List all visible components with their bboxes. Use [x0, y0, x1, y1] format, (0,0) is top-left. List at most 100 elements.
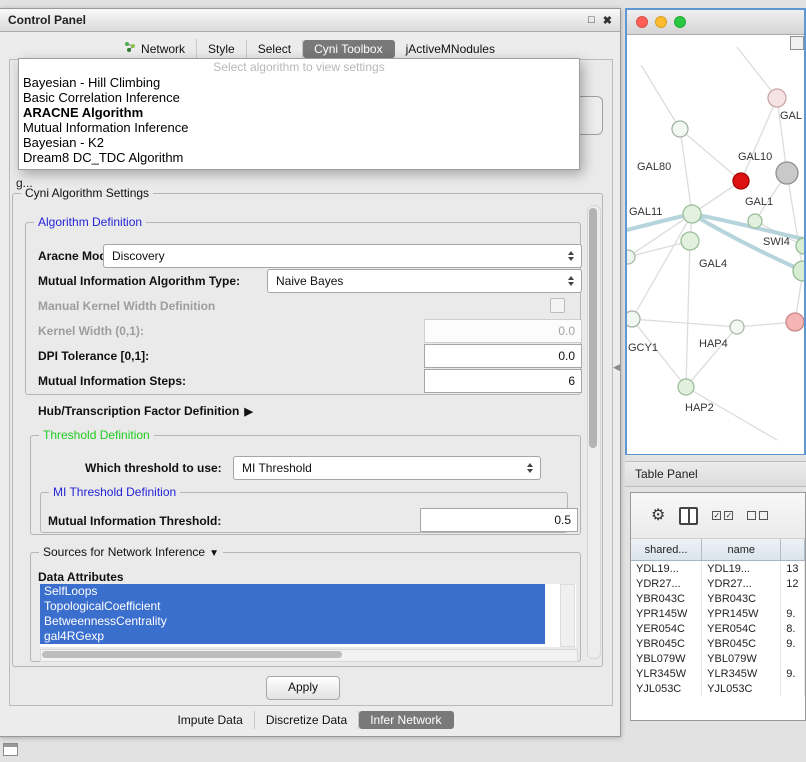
network-edge[interactable] [686, 327, 737, 387]
aracne-mode-select[interactable]: Discovery [103, 244, 582, 268]
algorithm-option-aracne-algorithm[interactable]: ARACNE Algorithm [19, 105, 579, 120]
attribute-item-selfloops[interactable]: SelfLoops [40, 584, 545, 599]
tab-label: Impute Data [177, 713, 242, 727]
table-cell: YER054C [702, 621, 781, 636]
minimize-traffic-light-icon[interactable] [655, 16, 667, 28]
network-node[interactable] [681, 232, 699, 250]
float-window-icon[interactable]: □ [588, 14, 595, 27]
tab-cyni-toolbox[interactable]: Cyni Toolbox [303, 40, 394, 58]
table-cell: YJL053C [631, 681, 702, 696]
zoom-traffic-light-icon[interactable] [674, 16, 686, 28]
network-edge[interactable] [787, 173, 803, 271]
table-row[interactable]: YBR043CYBR043C [631, 591, 805, 606]
algorithm-dropdown-popup: Select algorithm to view settings Bayesi… [18, 58, 580, 170]
network-edge[interactable] [632, 319, 737, 327]
network-overview-checkbox[interactable] [790, 36, 804, 50]
close-icon[interactable]: ✖ [603, 14, 612, 27]
attribute-list[interactable]: SelfLoopsTopologicalCoefficientBetweenne… [40, 584, 576, 647]
sources-title: Sources for Network Inference [43, 545, 205, 559]
deselect-all-checks-icon[interactable] [747, 511, 768, 520]
network-edge[interactable] [641, 65, 680, 129]
columns-icon[interactable] [679, 507, 698, 525]
tab-network[interactable]: Network [113, 39, 197, 58]
panel-collapse-handle[interactable]: ◀ [613, 362, 620, 373]
attribute-item-betweennesscentrality[interactable]: BetweennessCentrality [40, 614, 545, 629]
dpi-tolerance-field[interactable]: 0.0 [424, 344, 582, 368]
network-node[interactable] [748, 214, 762, 228]
network-canvas[interactable]: GAL80GAL10GAL11GAL1SWI4GAL4GCY1HAP4HAP2G… [627, 35, 804, 454]
network-edge[interactable] [680, 129, 692, 214]
scrollbar-thumb[interactable] [589, 208, 597, 448]
mi-steps-field[interactable]: 6 [424, 369, 582, 393]
algorithm-option-dream8-dc-tdc-algorithm[interactable]: Dream8 DC_TDC Algorithm [19, 150, 579, 165]
network-node[interactable] [768, 89, 786, 107]
gear-icon[interactable]: ⚙ [651, 508, 665, 524]
column-header-name[interactable]: name [702, 539, 781, 560]
scrollbar-thumb[interactable] [42, 651, 342, 658]
settings-scrollbar[interactable] [587, 205, 601, 659]
network-edge[interactable] [680, 129, 741, 181]
tab-select[interactable]: Select [247, 40, 303, 58]
table-cell [781, 591, 805, 606]
network-node[interactable] [776, 162, 798, 184]
tab-infer-network[interactable]: Infer Network [359, 711, 453, 729]
table-cell: YBL079W [702, 651, 781, 666]
algorithm-option-bayesian-k2[interactable]: Bayesian - K2 [19, 135, 579, 150]
mi-threshold-field[interactable]: 0.5 [420, 508, 578, 532]
algorithm-option-basic-correlation-inference[interactable]: Basic Correlation Inference [19, 90, 579, 105]
stepper-icon[interactable] [564, 273, 577, 289]
attribute-list-hscrollbar[interactable] [40, 649, 578, 662]
table-panel-titlebar[interactable]: Table Panel [625, 461, 806, 487]
minimized-panel-icon[interactable] [3, 743, 18, 756]
hub-definition-toggle[interactable]: Hub/Transcription Factor Definition▶ [38, 404, 253, 418]
mi-type-select[interactable]: Naive Bayes [267, 269, 582, 293]
network-edge[interactable] [737, 47, 777, 98]
column-header-2[interactable] [781, 539, 805, 560]
node-label-gal11: GAL11 [629, 206, 662, 218]
table-row[interactable]: YPR145WYPR145W9. [631, 606, 805, 621]
close-traffic-light-icon[interactable] [636, 16, 648, 28]
network-edge[interactable] [686, 241, 690, 387]
table-cell: YDL19... [631, 561, 702, 576]
sources-toggle[interactable]: Sources for Network Inference▼ [39, 545, 223, 559]
table-row[interactable]: YDL19...YDL19...13 [631, 561, 805, 576]
apply-button[interactable]: Apply [266, 676, 340, 700]
network-node[interactable] [678, 379, 694, 395]
algorithm-option-mutual-information-inference[interactable]: Mutual Information Inference [19, 120, 579, 135]
attribute-item-topologicalcoefficient[interactable]: TopologicalCoefficient [40, 599, 545, 614]
control-panel-window: Control Panel □ ✖ NetworkStyleSelectCyni… [0, 8, 621, 737]
attribute-item-gal4rgexp[interactable]: gal4RGexp [40, 629, 545, 644]
table-cell: 9. [781, 606, 805, 621]
network-node[interactable] [796, 238, 804, 254]
network-node[interactable] [793, 261, 804, 281]
network-node[interactable] [786, 313, 804, 331]
network-edge[interactable] [632, 214, 692, 319]
network-edge[interactable] [741, 98, 777, 181]
table-row[interactable]: YJL053CYJL053C [631, 681, 805, 696]
network-window-titlebar[interactable] [627, 10, 804, 35]
network-node[interactable] [627, 250, 635, 264]
stepper-icon[interactable] [523, 460, 536, 476]
select-all-checks-icon[interactable]: ✓ ✓ [712, 511, 733, 520]
tab-style[interactable]: Style [197, 40, 247, 58]
table-row[interactable]: YDR27...YDR27...12 [631, 576, 805, 591]
network-node[interactable] [627, 311, 640, 327]
unchecked-box-icon [747, 511, 756, 520]
tab-discretize-data[interactable]: Discretize Data [255, 711, 359, 729]
tab-impute-data[interactable]: Impute Data [166, 711, 254, 729]
table-row[interactable]: YBR045CYBR045C9. [631, 636, 805, 651]
which-threshold-select[interactable]: MI Threshold [233, 456, 541, 480]
column-header-shared[interactable]: shared... [631, 539, 702, 560]
stepper-icon[interactable] [564, 248, 577, 264]
table-row[interactable]: YBL079WYBL079W [631, 651, 805, 666]
network-node[interactable] [733, 173, 749, 189]
algorithm-option-bayesian-hill-climbing[interactable]: Bayesian - Hill Climbing [19, 75, 579, 90]
attribute-list-vscrollbar[interactable] [560, 584, 575, 647]
tab-jactivemnodules[interactable]: jActiveMNodules [395, 40, 507, 58]
network-node[interactable] [683, 205, 701, 223]
network-node[interactable] [730, 320, 744, 334]
table-row[interactable]: YLR345WYLR345W9. [631, 666, 805, 681]
control-panel-titlebar[interactable]: Control Panel □ ✖ [0, 9, 620, 32]
table-row[interactable]: YER054CYER054C8. [631, 621, 805, 636]
network-node[interactable] [672, 121, 688, 137]
